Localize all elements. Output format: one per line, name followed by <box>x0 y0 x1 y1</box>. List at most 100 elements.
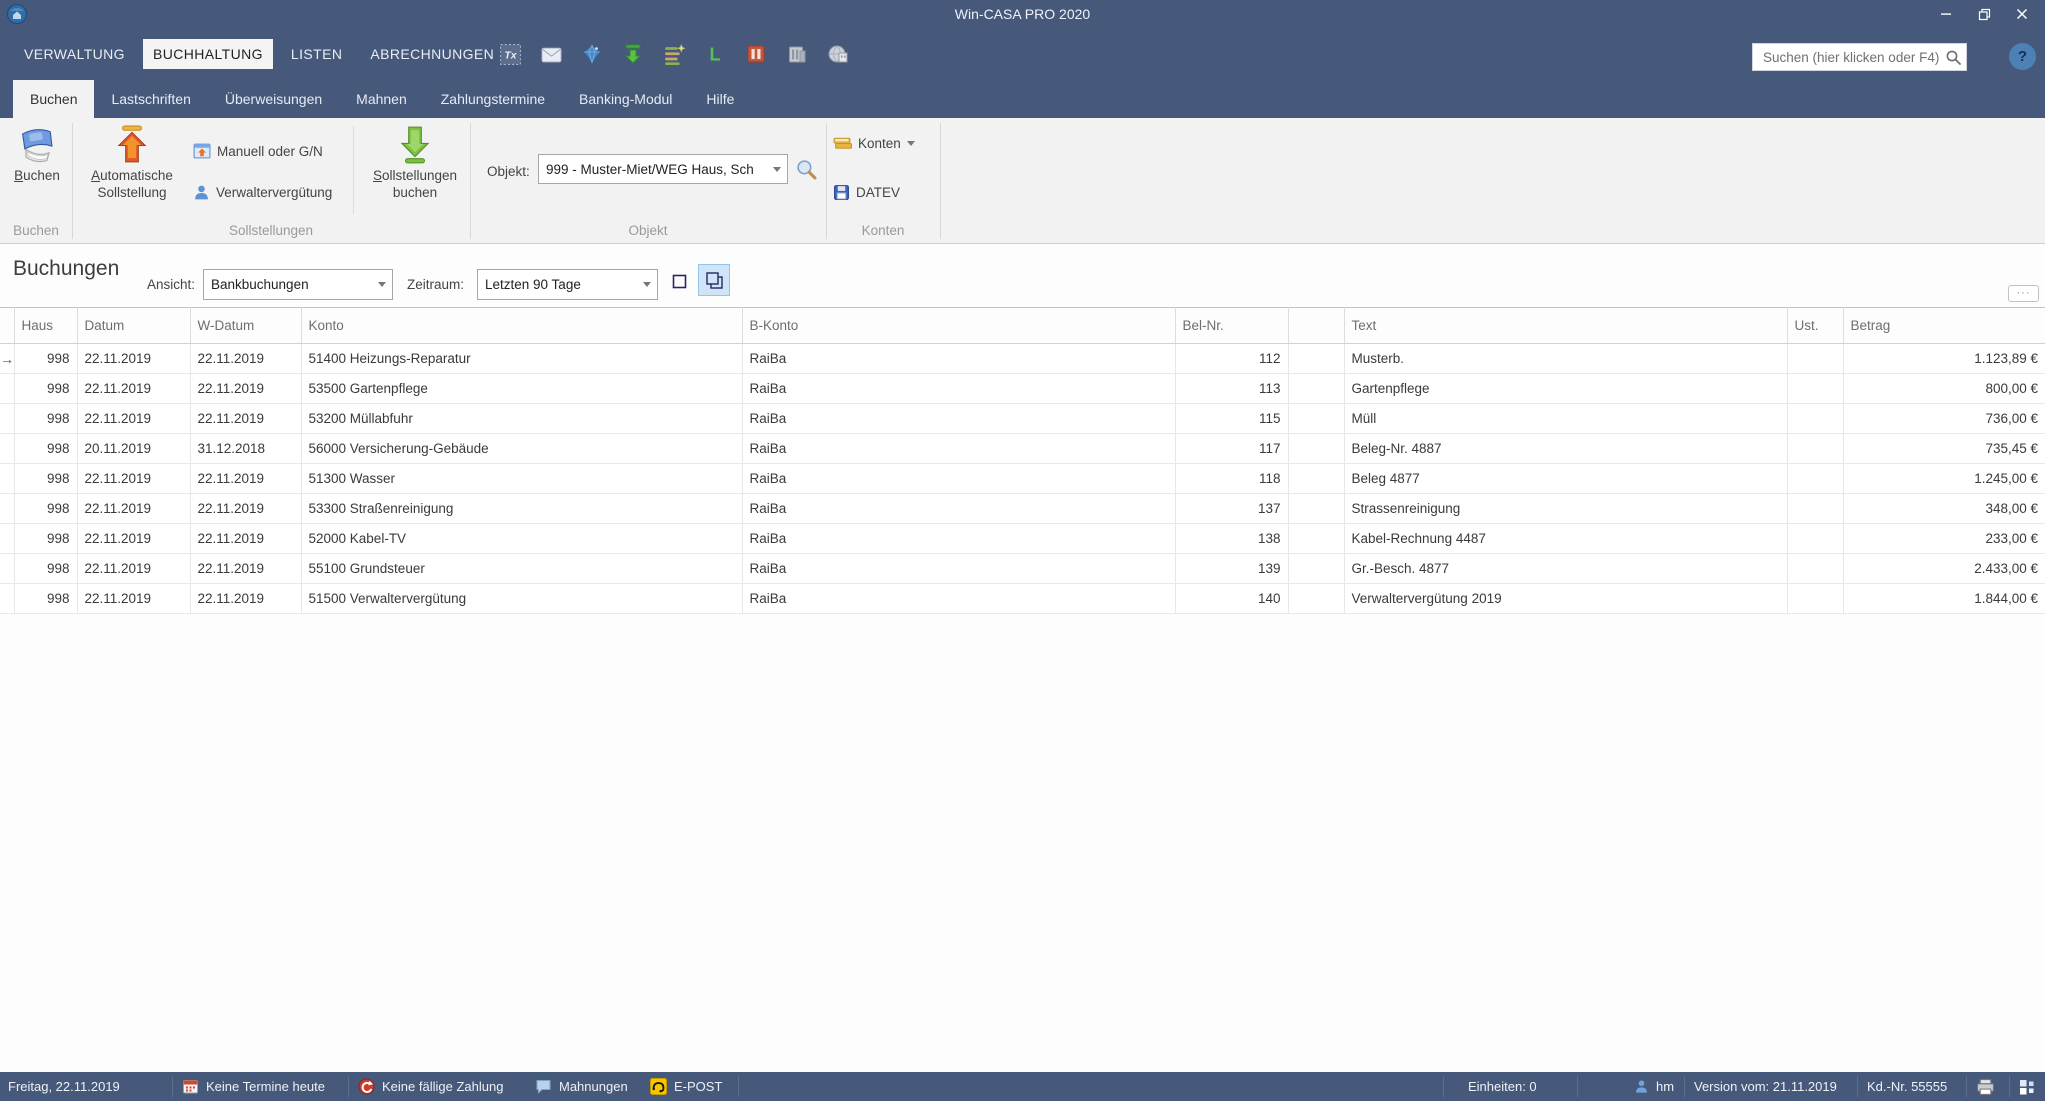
cell-konto[interactable]: 52000 Kabel-TV <box>301 524 742 554</box>
table-row[interactable]: 99822.11.201922.11.201953300 Straßenrein… <box>0 494 2045 524</box>
column-header-konto[interactable]: Konto <box>301 308 742 344</box>
objekt-search-icon[interactable] <box>795 158 818 181</box>
status-mahnungen[interactable]: Mahnungen <box>535 1072 628 1101</box>
column-header-b-konto[interactable]: B-Konto <box>742 308 1175 344</box>
verwalterverguetung-button[interactable]: Verwaltervergütung <box>193 184 332 201</box>
cell-wdatum[interactable]: 22.11.2019 <box>190 524 301 554</box>
globe-building-icon[interactable] <box>826 42 850 66</box>
cell-spacer[interactable] <box>1288 524 1344 554</box>
table-row[interactable]: 99822.11.201922.11.201951300 WasserRaiBa… <box>0 464 2045 494</box>
ansicht-combobox[interactable]: Bankbuchungen <box>203 269 393 300</box>
cell-ust[interactable] <box>1787 584 1843 614</box>
cell-datum[interactable]: 22.11.2019 <box>77 584 190 614</box>
building-gray-icon[interactable] <box>785 42 809 66</box>
cell-konto[interactable]: 55100 Grundsteuer <box>301 554 742 584</box>
menu-item-abrechnungen[interactable]: ABRECHNUNGEN <box>360 39 504 69</box>
cell-spacer[interactable] <box>1288 584 1344 614</box>
column-header-bel-nr-[interactable]: Bel-Nr. <box>1175 308 1288 344</box>
chevron-down-icon[interactable] <box>637 282 657 287</box>
automatische-sollstellung-button[interactable]: Automatische Sollstellung <box>82 123 182 201</box>
column-header-text[interactable]: Text <box>1344 308 1787 344</box>
cell-haus[interactable]: 998 <box>14 434 77 464</box>
chevron-down-icon[interactable] <box>372 282 392 287</box>
cell-belnr[interactable]: 113 <box>1175 374 1288 404</box>
cell-bkonto[interactable]: RaiBa <box>742 524 1175 554</box>
table-row[interactable]: 99820.11.201931.12.201856000 Versicherun… <box>0 434 2045 464</box>
cell-betrag[interactable]: 1.123,89 € <box>1843 344 2045 374</box>
cell-spacer[interactable] <box>1288 404 1344 434</box>
tab-zahlungstermine[interactable]: Zahlungstermine <box>424 80 562 118</box>
cell-belnr[interactable]: 112 <box>1175 344 1288 374</box>
cell-datum[interactable]: 22.11.2019 <box>77 494 190 524</box>
search-icon[interactable] <box>1945 49 1962 66</box>
cell-text[interactable]: Gartenpflege <box>1344 374 1787 404</box>
cell-belnr[interactable]: 140 <box>1175 584 1288 614</box>
cell-text[interactable]: Verwaltervergütung 2019 <box>1344 584 1787 614</box>
table-row[interactable]: 99822.11.201922.11.201953500 Gartenpfleg… <box>0 374 2045 404</box>
cell-bkonto[interactable]: RaiBa <box>742 494 1175 524</box>
cell-ust[interactable] <box>1787 464 1843 494</box>
konten-dropdown-icon[interactable] <box>907 141 915 146</box>
status-user[interactable]: hm <box>1634 1072 1674 1101</box>
cell-ust[interactable] <box>1787 494 1843 524</box>
column-header-datum[interactable]: Datum <box>77 308 190 344</box>
cell-text[interactable]: Beleg-Nr. 4887 <box>1344 434 1787 464</box>
cell-wdatum[interactable]: 22.11.2019 <box>190 584 301 614</box>
cell-haus[interactable]: 998 <box>14 584 77 614</box>
layout-squares-icon[interactable] <box>2019 1072 2035 1101</box>
cell-text[interactable]: Strassenreinigung <box>1344 494 1787 524</box>
tab-buchen[interactable]: Buchen <box>13 80 94 118</box>
cell-spacer[interactable] <box>1288 434 1344 464</box>
restore-button[interactable] <box>1965 1 2003 27</box>
cell-wdatum[interactable]: 22.11.2019 <box>190 464 301 494</box>
column-header-spacer[interactable] <box>1288 308 1344 344</box>
minimize-button[interactable] <box>1927 1 1965 27</box>
cell-wdatum[interactable]: 22.11.2019 <box>190 374 301 404</box>
objekt-combobox[interactable]: 999 - Muster-Miet/WEG Haus, Sch <box>538 154 788 184</box>
cell-bkonto[interactable]: RaiBa <box>742 434 1175 464</box>
cell-ust[interactable] <box>1787 404 1843 434</box>
cell-betrag[interactable]: 348,00 € <box>1843 494 2045 524</box>
cell-datum[interactable]: 22.11.2019 <box>77 464 190 494</box>
gem-icon[interactable] <box>580 42 604 66</box>
cell-bkonto[interactable]: RaiBa <box>742 404 1175 434</box>
cell-text[interactable]: Müll <box>1344 404 1787 434</box>
column-header-ust-[interactable]: Ust. <box>1787 308 1843 344</box>
single-page-view-button[interactable] <box>666 268 692 294</box>
table-row[interactable]: 99822.11.201922.11.201955100 Grundsteuer… <box>0 554 2045 584</box>
manuell-oder-gn-button[interactable]: Manuell oder G/N <box>193 142 323 160</box>
cell-datum[interactable]: 22.11.2019 <box>77 344 190 374</box>
cell-konto[interactable]: 51400 Heizungs-Reparatur <box>301 344 742 374</box>
text-selection-icon[interactable]: Tx <box>498 42 522 66</box>
status-zahlung[interactable]: Keine fällige Zahlung <box>358 1072 503 1101</box>
sollstellungen-buchen-button[interactable]: Sollstellungen buchen <box>360 123 470 201</box>
cell-spacer[interactable] <box>1288 554 1344 584</box>
cell-haus[interactable]: 998 <box>14 494 77 524</box>
cell-haus[interactable]: 998 <box>14 374 77 404</box>
menu-item-listen[interactable]: LISTEN <box>281 39 352 69</box>
cell-betrag[interactable]: 2.433,00 € <box>1843 554 2045 584</box>
table-row[interactable]: 99822.11.201922.11.201951500 Verwalterve… <box>0 584 2045 614</box>
cell-betrag[interactable]: 800,00 € <box>1843 374 2045 404</box>
cell-belnr[interactable]: 115 <box>1175 404 1288 434</box>
cell-bkonto[interactable]: RaiBa <box>742 584 1175 614</box>
cell-spacer[interactable] <box>1288 374 1344 404</box>
cell-konto[interactable]: 53500 Gartenpflege <box>301 374 742 404</box>
cell-betrag[interactable]: 233,00 € <box>1843 524 2045 554</box>
search-input[interactable] <box>1761 49 1945 66</box>
buchen-button[interactable]: Buchen <box>6 123 68 184</box>
column-header-w-datum[interactable]: W-Datum <box>190 308 301 344</box>
status-termine[interactable]: Keine Termine heute <box>182 1072 325 1101</box>
cell-belnr[interactable]: 139 <box>1175 554 1288 584</box>
table-row[interactable]: 99822.11.201922.11.201953200 MüllabfuhrR… <box>0 404 2045 434</box>
cell-text[interactable]: Gr.-Besch. 4877 <box>1344 554 1787 584</box>
import-arrow-icon[interactable] <box>621 42 645 66</box>
tab-hilfe[interactable]: Hilfe <box>689 80 751 118</box>
table-row[interactable]: 99822.11.201922.11.201952000 Kabel-TVRai… <box>0 524 2045 554</box>
cell-konto[interactable]: 51500 Verwaltervergütung <box>301 584 742 614</box>
cell-konto[interactable]: 53200 Müllabfuhr <box>301 404 742 434</box>
cell-datum[interactable]: 22.11.2019 <box>77 524 190 554</box>
tab-überweisungen[interactable]: Überweisungen <box>208 80 339 118</box>
cell-bkonto[interactable]: RaiBa <box>742 554 1175 584</box>
cell-wdatum[interactable]: 22.11.2019 <box>190 344 301 374</box>
